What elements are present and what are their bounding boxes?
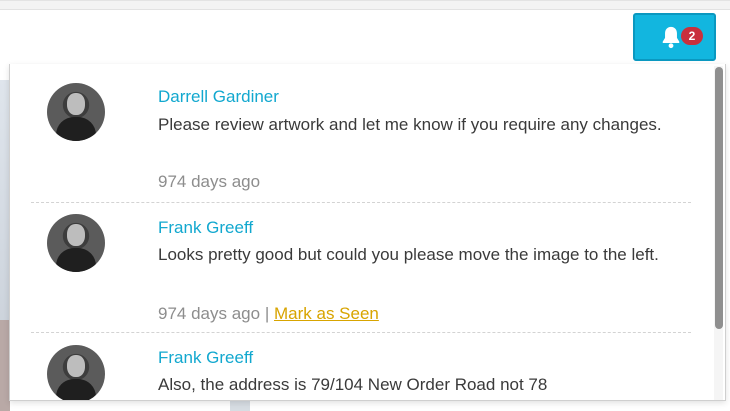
notification-author[interactable]: Frank Greeff bbox=[158, 348, 253, 368]
top-strip bbox=[0, 1, 730, 10]
notification-time: 974 days ago bbox=[158, 172, 261, 191]
notification-author[interactable]: Darrell Gardiner bbox=[158, 87, 279, 107]
notification-message: Please review artwork and let me know if… bbox=[158, 115, 662, 134]
notification-list: Darrell Gardiner Please review artwork a… bbox=[10, 64, 710, 400]
avatar bbox=[47, 214, 105, 272]
top-navbar: 2 bbox=[0, 0, 730, 65]
notification-message: Also, the address is 79/104 New Order Ro… bbox=[158, 375, 548, 394]
notification-count-badge: 2 bbox=[681, 27, 703, 45]
notifications-button[interactable]: 2 bbox=[633, 13, 716, 61]
notification-time: 974 days ago bbox=[158, 304, 261, 323]
notification-item[interactable]: Frank Greeff Also, the address is 79/104… bbox=[31, 333, 691, 400]
notification-meta: 974 days ago | Mark as Seen bbox=[158, 304, 379, 324]
dropdown-scrollbar[interactable] bbox=[714, 66, 723, 400]
background-image-edge-bottom bbox=[230, 400, 250, 411]
avatar bbox=[47, 83, 105, 141]
notification-message: Looks pretty good but could you please m… bbox=[158, 245, 659, 264]
notification-item[interactable]: Frank Greeff Looks pretty good but could… bbox=[31, 203, 691, 333]
avatar bbox=[47, 345, 105, 400]
scrollbar-thumb[interactable] bbox=[715, 67, 723, 329]
bell-icon bbox=[662, 26, 679, 49]
notification-author[interactable]: Frank Greeff bbox=[158, 218, 253, 238]
meta-separator: | bbox=[264, 304, 270, 323]
mark-as-seen-link[interactable]: Mark as Seen bbox=[274, 304, 379, 323]
notifications-dropdown: Darrell Gardiner Please review artwork a… bbox=[9, 64, 726, 401]
notification-item[interactable]: Darrell Gardiner Please review artwork a… bbox=[31, 64, 691, 203]
